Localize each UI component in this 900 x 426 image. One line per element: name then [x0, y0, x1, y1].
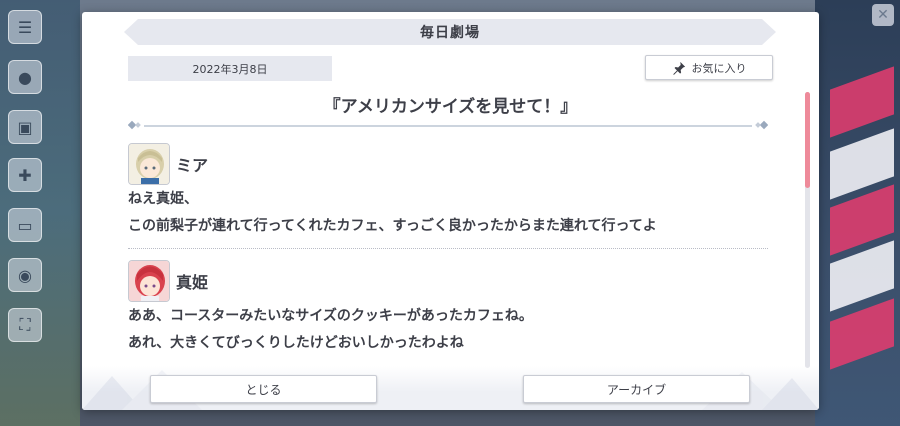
daily-theater-dialog: 毎日劇場 2022年3月8日 お気に入り 『アメリカンサイズを見せて！』 ミア … — [82, 12, 819, 410]
speaker-name: ミア — [176, 156, 209, 175]
dialogue-line: ねえ真姫、 — [128, 191, 198, 207]
dialogue-line: この前梨子が連れて行ってくれたカフェ、すっごく良かったからまた連れて行ってよ — [128, 218, 657, 234]
dialogue-entry: ミア ねえ真姫、 この前梨子が連れて行ってくれたカフェ、すっごく良かったからまた… — [128, 142, 778, 246]
pin-icon — [672, 61, 685, 75]
menu-icon[interactable]: ☰ — [8, 10, 42, 44]
favorite-button[interactable]: お気に入り — [645, 55, 773, 80]
dialog-title: 毎日劇場 — [420, 25, 480, 41]
archive-button[interactable]: アーカイブ — [523, 375, 750, 403]
dialogue-entry: 真姫 ああ、コースターみたいなサイズのクッキーがあったカフェね。 あれ、大きくて… — [128, 259, 778, 363]
maki-avatar — [128, 260, 170, 302]
speaker-name: 真姫 — [176, 273, 209, 292]
dialogue-line: あれ、大きくてびっくりしたけどおいしかったわよね — [128, 335, 464, 351]
dialogue-scroll-area[interactable]: ミア ねえ真姫、 この前梨子が連れて行ってくれたカフェ、すっごく良かったからまた… — [128, 142, 778, 382]
mia-avatar — [128, 143, 170, 185]
fullscreen-icon[interactable]: ⛶ — [8, 308, 42, 342]
scrollbar[interactable] — [805, 92, 810, 368]
present-icon[interactable]: ✚ — [8, 158, 42, 192]
speaker-row: ミア — [128, 142, 778, 186]
dialogue-line: ああ、コースターみたいなサイズのクッキーがあったカフェね。 — [128, 308, 533, 324]
gift-icon[interactable]: ▣ — [8, 110, 42, 144]
chat-icon[interactable]: ● — [8, 60, 42, 94]
screen-icon[interactable]: ▭ — [8, 208, 42, 242]
scrollbar-thumb[interactable] — [805, 92, 810, 188]
dialogue-separator — [128, 248, 768, 249]
date-label: 2022年3月8日 — [128, 56, 332, 81]
close-button[interactable]: とじる — [150, 375, 377, 403]
dialog-header: 毎日劇場 — [124, 19, 776, 45]
story-title: 『アメリカンサイズを見せて！』 — [323, 97, 578, 117]
title-divider — [128, 120, 768, 130]
favorite-label: お気に入り — [691, 61, 747, 75]
mascot-icon[interactable]: ◉ — [8, 258, 42, 292]
close-icon[interactable]: ✕ — [872, 4, 894, 26]
speaker-row: 真姫 — [128, 259, 778, 303]
